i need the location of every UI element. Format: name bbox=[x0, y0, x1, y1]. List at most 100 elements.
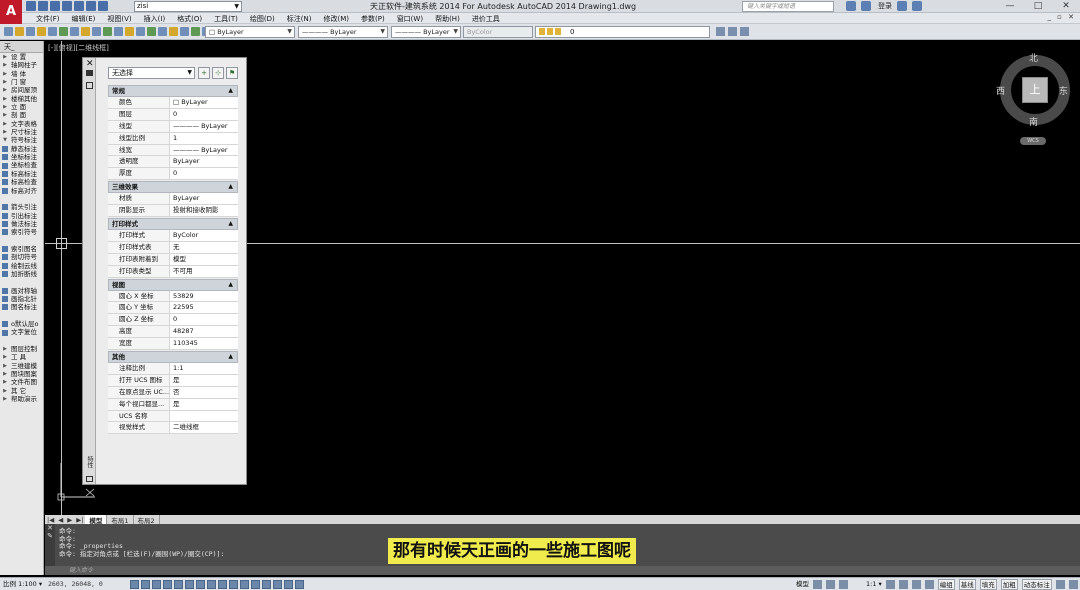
login-link[interactable]: 登录 bbox=[878, 1, 892, 11]
snap-icon[interactable] bbox=[141, 580, 150, 589]
exchange-icon[interactable] bbox=[897, 1, 907, 11]
palette-item[interactable]: ▶ 三维建模 bbox=[0, 362, 43, 370]
ortho-icon[interactable] bbox=[163, 580, 172, 589]
property-category[interactable]: 视图 ▲ bbox=[108, 278, 238, 291]
user-icon[interactable] bbox=[861, 1, 871, 11]
menu-item[interactable]: 格式(O) bbox=[171, 13, 208, 23]
dyn-icon[interactable] bbox=[229, 580, 238, 589]
command-input[interactable]: 键入命令 bbox=[45, 566, 1080, 575]
property-value[interactable]: 0 bbox=[170, 168, 238, 179]
property-value[interactable]: 53829 bbox=[170, 291, 238, 302]
compass-west[interactable]: 西 bbox=[996, 84, 1005, 97]
palette-item[interactable]: 画指北针 bbox=[0, 295, 43, 303]
menu-item[interactable]: 标注(N) bbox=[281, 13, 318, 23]
menu-item[interactable]: 工具(T) bbox=[208, 13, 244, 23]
palette-item[interactable]: ▶ 剖 面 bbox=[0, 111, 43, 119]
property-row[interactable]: UCS 名称 bbox=[108, 410, 238, 423]
infer-icon[interactable] bbox=[130, 580, 139, 589]
osnap-icon[interactable] bbox=[185, 580, 194, 589]
property-value[interactable]: □ ByLayer bbox=[170, 97, 238, 108]
property-value[interactable]: 不可用 bbox=[170, 266, 238, 277]
settings-icon[interactable] bbox=[1055, 579, 1065, 589]
property-category[interactable]: 其他 ▲ bbox=[108, 351, 238, 364]
collapse-icon[interactable]: ▲ bbox=[228, 86, 233, 96]
property-row[interactable]: 打印样式 ByColor bbox=[108, 230, 238, 242]
layer-properties-icon[interactable] bbox=[728, 27, 737, 36]
lineweight-select[interactable]: ———— ByLayer ▼ bbox=[391, 26, 461, 38]
quick-properties-icon[interactable] bbox=[262, 580, 271, 589]
tab-model[interactable]: 模型 bbox=[85, 514, 108, 525]
menu-item[interactable]: 插入(I) bbox=[138, 13, 172, 23]
annotation-scale[interactable]: 1:1 ▾ bbox=[866, 578, 882, 590]
help-icon[interactable] bbox=[912, 1, 922, 11]
palette-item[interactable]: 做法标注 bbox=[0, 220, 43, 228]
palette-item[interactable]: ▶ 尺寸标注 bbox=[0, 128, 43, 136]
palette-item[interactable]: ▶ 立 面 bbox=[0, 103, 43, 111]
property-value[interactable]: ByLayer bbox=[170, 156, 238, 167]
binoculars-icon[interactable] bbox=[846, 1, 856, 11]
palette-item[interactable]: ▶ 其 它 bbox=[0, 387, 43, 395]
menu-item[interactable]: 绘图(D) bbox=[244, 13, 281, 23]
autocad-logo-icon[interactable]: A bbox=[0, 0, 22, 24]
palette-item[interactable]: 画对称轴 bbox=[0, 287, 43, 295]
linetype-select[interactable]: ———— ByLayer ▼ bbox=[298, 26, 388, 38]
property-value[interactable]: 二维线框 bbox=[170, 422, 238, 433]
quick-view-drawings-icon[interactable] bbox=[826, 579, 835, 589]
property-row[interactable]: 厚度 0 bbox=[108, 168, 238, 181]
property-value[interactable]: ———— ByLayer bbox=[170, 121, 238, 132]
palette-item[interactable]: 加折断线 bbox=[0, 270, 43, 278]
property-row[interactable]: 宽度 110345 bbox=[108, 338, 238, 351]
autohide-icon[interactable] bbox=[86, 70, 93, 76]
menu-item[interactable]: 进价工具 bbox=[466, 13, 506, 23]
palette-item[interactable]: ▶ 楼梯其他 bbox=[0, 95, 43, 103]
layer-merge-icon[interactable] bbox=[147, 27, 156, 36]
pan-icon[interactable] bbox=[839, 579, 848, 589]
property-value[interactable]: 110345 bbox=[170, 338, 238, 349]
menu-item[interactable]: 文件(F) bbox=[30, 13, 66, 23]
save-icon[interactable] bbox=[50, 1, 60, 11]
property-value[interactable]: ———— ByLayer bbox=[170, 145, 238, 156]
isolate-icon[interactable] bbox=[92, 27, 101, 36]
property-value[interactable]: 0 bbox=[170, 109, 238, 120]
palette-item[interactable]: 图名标注 bbox=[0, 303, 43, 311]
layer-walk-icon[interactable] bbox=[136, 27, 145, 36]
palette-item[interactable]: 坐标检查 bbox=[0, 161, 43, 169]
layer-state-icon[interactable] bbox=[15, 27, 24, 36]
property-value[interactable]: ByLayer bbox=[170, 193, 238, 204]
palette-item[interactable]: ▶ 轴网柱子 bbox=[0, 61, 43, 69]
fill-toggle[interactable]: 填充 bbox=[979, 578, 997, 590]
3d-osnap-icon[interactable] bbox=[196, 580, 205, 589]
clean-screen-icon[interactable] bbox=[1068, 579, 1078, 589]
tab-first-button[interactable]: |◀ bbox=[45, 516, 56, 524]
property-value[interactable]: 1:1 bbox=[170, 363, 238, 374]
tab-prev-button[interactable]: ◀ bbox=[56, 516, 65, 524]
property-value[interactable]: 48287 bbox=[170, 326, 238, 337]
palette-item[interactable]: ▶ 图层控制 bbox=[0, 345, 43, 353]
bulb-icon[interactable] bbox=[37, 27, 46, 36]
menu-item[interactable]: 视图(V) bbox=[101, 13, 137, 23]
palette-item[interactable]: 文字复位 bbox=[0, 328, 43, 336]
open-file-icon[interactable] bbox=[38, 1, 48, 11]
quick-select-button[interactable]: ⚑ bbox=[226, 67, 238, 79]
layer-icon[interactable] bbox=[26, 27, 35, 36]
palette-item[interactable]: 剖切符号 bbox=[0, 253, 43, 261]
isolate-objects-icon[interactable] bbox=[924, 579, 934, 589]
palette-item[interactable]: ▶ 文字表格 bbox=[0, 120, 43, 128]
property-row[interactable]: 材质 ByLayer bbox=[108, 193, 238, 206]
property-row[interactable]: 每个视口都显... 是 bbox=[108, 398, 238, 411]
unisolate-icon[interactable] bbox=[103, 27, 112, 36]
model-toggle[interactable]: 模型 bbox=[796, 578, 809, 590]
polar-icon[interactable] bbox=[174, 580, 183, 589]
grid-icon[interactable] bbox=[152, 580, 161, 589]
collapse-icon[interactable]: ▲ bbox=[228, 352, 233, 362]
palette-item[interactable]: 绘制云线 bbox=[0, 262, 43, 270]
menu-item[interactable]: 修改(M) bbox=[317, 13, 355, 23]
property-value[interactable]: 22595 bbox=[170, 302, 238, 313]
property-row[interactable]: 线型比例 1 bbox=[108, 132, 238, 145]
layer-manager-icon[interactable] bbox=[4, 27, 13, 36]
palette-item[interactable]: ▶ 工 具 bbox=[0, 353, 43, 361]
palette-item[interactable]: ▶ 图块图案 bbox=[0, 370, 43, 378]
tab-layout2[interactable]: 布局2 bbox=[134, 514, 160, 525]
viewcube[interactable]: 上 北 南 东 西 bbox=[996, 54, 1070, 128]
palette-item[interactable]: 标高对齐 bbox=[0, 187, 43, 195]
